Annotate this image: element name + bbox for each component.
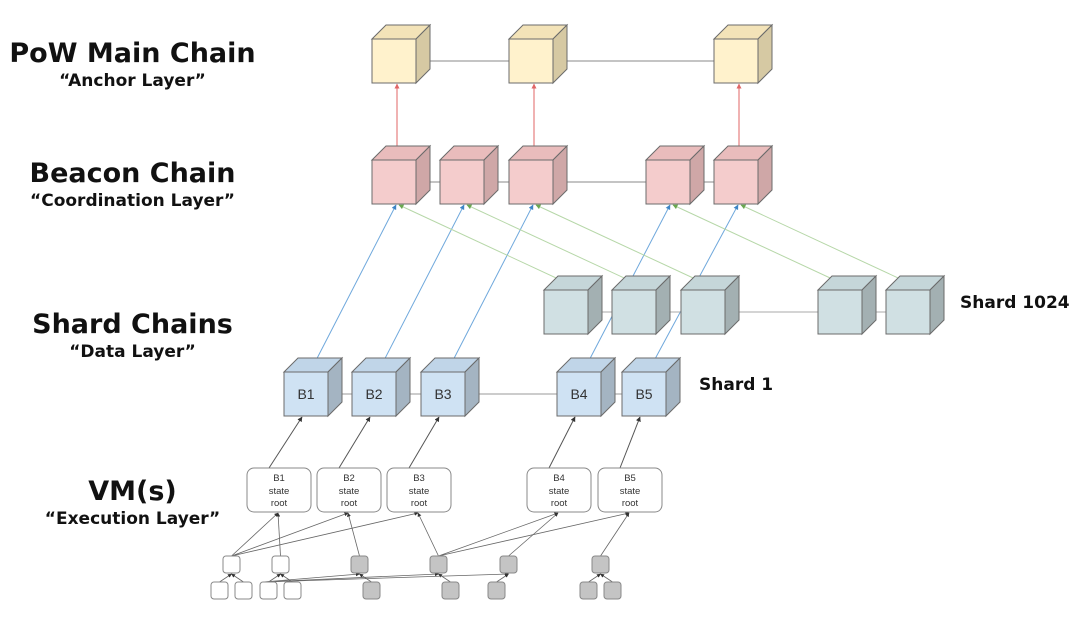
state-root-box: B3 stateroot	[386, 467, 452, 513]
shard1-crosslink	[377, 204, 465, 373]
vm-tree-node	[271, 555, 290, 574]
state-root-line2: root	[271, 498, 288, 509]
leaf-link	[496, 573, 509, 583]
cube-front-face	[713, 159, 759, 205]
cube-front-face	[817, 289, 863, 335]
state-root-line2: root	[341, 498, 358, 509]
vm-leaf-node	[487, 581, 506, 600]
vm-leaf-node	[210, 581, 229, 600]
cube-front-face	[439, 159, 485, 205]
block-label: B3	[434, 386, 451, 402]
vm-to-state-root-link	[417, 512, 439, 557]
vm-to-state-root-link	[346, 512, 360, 557]
vm-leaf-node	[441, 581, 460, 600]
cube-front-face	[508, 38, 554, 84]
state-root-to-block-link	[408, 416, 440, 469]
state-root-box: B2 stateroot	[316, 467, 382, 513]
pow-block	[370, 23, 432, 85]
shard1-block: B2	[350, 356, 412, 418]
state-root-to-block-link	[619, 416, 641, 469]
cube-front-face	[645, 159, 691, 205]
shard1-block: B1	[282, 356, 344, 418]
state-root-to-block-link	[268, 416, 303, 469]
beacon-block	[370, 144, 432, 206]
beacon-block	[438, 144, 500, 206]
vm-to-state-root-link	[231, 511, 419, 557]
cube-front-face	[680, 289, 726, 335]
block-label: B1	[297, 386, 314, 402]
vm-tree-node	[222, 555, 241, 574]
vm-to-state-root-link	[231, 512, 349, 557]
cube-front-face	[611, 289, 657, 335]
vm-layer: B1staterootB2staterootB3staterootB4state…	[210, 467, 663, 600]
cube-front-face	[371, 159, 417, 205]
shard1024-block	[542, 274, 604, 336]
vm-tree-node	[499, 555, 518, 574]
state-root-to-block-link	[548, 416, 576, 469]
leaf-link	[588, 573, 601, 583]
shard1024-block	[816, 274, 878, 336]
state-root-line2: root	[411, 498, 428, 509]
vm-to-state-root-link	[508, 512, 559, 557]
cube-front-face	[543, 289, 589, 335]
state-root-line1: state	[339, 486, 360, 497]
shard1024-block	[610, 274, 672, 336]
vm-tree-node	[350, 555, 369, 574]
shard1-block: B4	[555, 356, 617, 418]
vm-tree-node	[429, 555, 448, 574]
vm-to-state-root-link	[438, 512, 559, 557]
pow-block	[507, 23, 569, 85]
shard1024-block	[679, 274, 741, 336]
state-root-box: B4 stateroot	[526, 467, 592, 513]
vm-leaf-node	[579, 581, 598, 600]
leaf-link	[438, 573, 451, 583]
state-root-box: B5 stateroot	[597, 467, 663, 513]
pow-block	[712, 23, 774, 85]
shard1-block: B5	[620, 356, 682, 418]
beacon-block	[644, 144, 706, 206]
cubes-layer: B1 B2 B3 B4 B5	[282, 23, 946, 418]
state-root-block: B5	[624, 473, 636, 484]
state-root-block: B1	[273, 473, 285, 484]
vm-leaf-node	[603, 581, 622, 600]
block-label: B5	[635, 386, 652, 402]
state-root-line2: root	[622, 498, 639, 509]
vm-tree-node	[591, 555, 610, 574]
state-root-box: B1 stateroot	[246, 467, 312, 513]
leaf-link	[600, 573, 613, 583]
state-root-block: B4	[553, 473, 565, 484]
vm-leaf-node	[362, 581, 381, 600]
state-root-to-block-link	[338, 416, 371, 469]
state-root-block: B3	[413, 473, 425, 484]
shard1024-block	[884, 274, 946, 336]
shard1-crosslink	[309, 204, 397, 373]
state-root-block: B2	[343, 473, 355, 484]
cube-front-face	[371, 38, 417, 84]
state-root-line2: root	[551, 498, 568, 509]
vm-leaf-node	[283, 581, 302, 600]
architecture-diagram: B1 B2 B3 B4 B5 B1staterootB2staterootB3state…	[210, 23, 946, 600]
cube-front-face	[713, 38, 759, 84]
block-label: B4	[570, 386, 587, 402]
beacon-block	[507, 144, 569, 206]
state-root-line1: state	[409, 486, 430, 497]
shard1-block: B3	[419, 356, 481, 418]
beacon-block	[712, 144, 774, 206]
vm-to-state-root-link	[276, 512, 281, 557]
cube-front-face	[885, 289, 931, 335]
leaf-link	[359, 573, 372, 583]
vm-leaf-node	[259, 581, 278, 600]
state-root-line1: state	[269, 486, 290, 497]
block-label: B2	[365, 386, 382, 402]
state-root-line1: state	[620, 486, 641, 497]
leaf-link	[219, 573, 232, 583]
cube-front-face	[508, 159, 554, 205]
vm-to-state-root-link	[231, 512, 279, 557]
vm-leaf-node	[234, 581, 253, 600]
leaf-cross-link	[262, 572, 509, 583]
state-root-line1: state	[549, 486, 570, 497]
leaf-link	[231, 573, 244, 583]
vm-to-state-root-link	[600, 512, 630, 557]
